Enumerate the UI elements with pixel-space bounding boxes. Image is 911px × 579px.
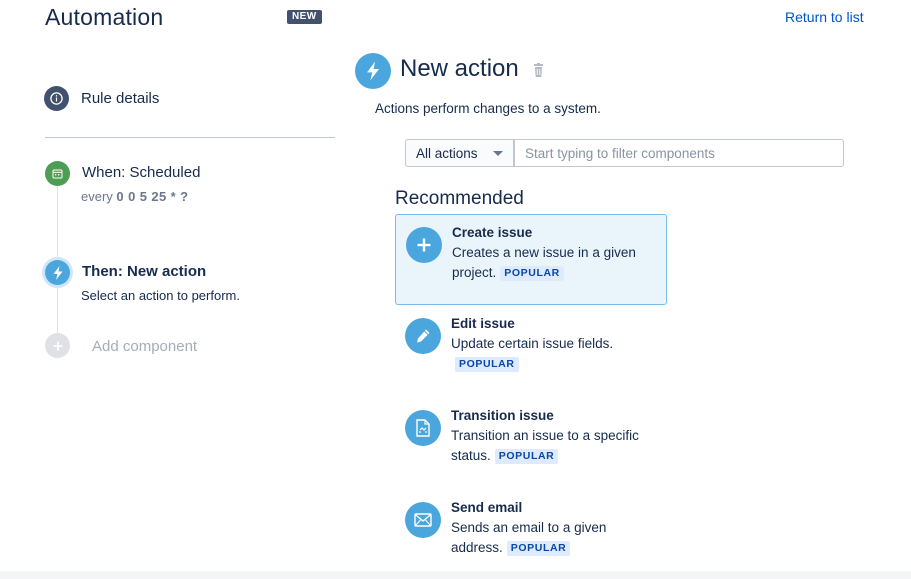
card-description: Update certain issue fields. POPULAR (451, 336, 614, 372)
lightning-icon (355, 53, 391, 89)
when-step-schedule: every 0 0 5 25 * ? (81, 189, 188, 204)
popular-badge: POPULAR (455, 357, 519, 372)
bottom-strip (0, 571, 911, 579)
rule-details-item[interactable]: Rule details (44, 86, 159, 111)
action-card-transition-issue[interactable]: Transition issue Transition an issue to … (395, 398, 667, 489)
action-card-send-email[interactable]: Send email Sends an email to a given add… (395, 490, 667, 570)
return-to-list-link[interactable]: Return to list (785, 9, 864, 25)
card-title: Create issue (452, 225, 533, 240)
card-description: Sends an email to a given address. POPULA… (451, 520, 607, 556)
card-title: Send email (451, 500, 523, 515)
action-description: Actions perform changes to a system. (375, 101, 601, 116)
recommended-heading: Recommended (395, 188, 524, 209)
action-card-edit-issue[interactable]: Edit issue Update certain issue fields. P… (395, 306, 667, 397)
trash-icon[interactable] (531, 63, 546, 84)
popular-badge: POPULAR (494, 449, 559, 464)
popular-badge: POPULAR (500, 266, 564, 281)
transition-document-icon (405, 410, 441, 446)
envelope-icon (405, 502, 441, 538)
when-step-title[interactable]: When: Scheduled (82, 164, 200, 181)
filter-bar: All actions (405, 139, 844, 167)
action-card-create-issue[interactable]: Create issue Creates a new issue in a gi… (395, 214, 667, 305)
filter-input[interactable] (514, 139, 844, 167)
card-title: Edit issue (451, 316, 515, 331)
divider (45, 137, 335, 138)
popular-badge: POPULAR (506, 541, 571, 556)
card-title: Transition issue (451, 408, 554, 423)
calendar-icon[interactable] (45, 161, 70, 186)
plus-icon[interactable] (45, 333, 70, 358)
schedule-prefix: every (81, 189, 113, 204)
card-description: Transition an issue to a specific status… (451, 428, 639, 464)
pencil-icon (405, 318, 441, 354)
action-type-select[interactable]: All actions (405, 139, 514, 167)
page-title: Automation (45, 4, 164, 30)
lightning-icon[interactable] (45, 260, 70, 285)
select-value: All actions (416, 145, 478, 161)
then-step-subtitle: Select an action to perform. (81, 288, 240, 303)
chevron-down-icon (493, 150, 503, 156)
rule-details-label: Rule details (81, 90, 160, 107)
cron-expression: 0 0 5 25 * ? (116, 189, 189, 204)
then-step-title[interactable]: Then: New action (82, 263, 206, 280)
info-icon (44, 86, 69, 111)
add-component-button[interactable]: Add component (92, 338, 197, 355)
card-description: Creates a new issue in a given project. P… (452, 245, 636, 281)
new-badge: NEW (287, 10, 322, 24)
action-title: New action (400, 55, 519, 82)
plus-icon (406, 227, 442, 263)
